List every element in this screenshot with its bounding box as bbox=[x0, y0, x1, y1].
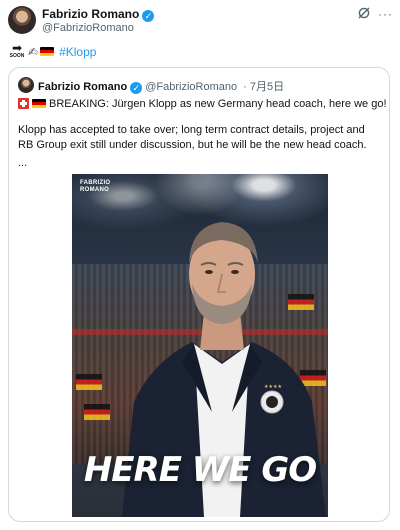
quoted-headline-text: BREAKING: Jürgen Klopp as new Germany he… bbox=[49, 97, 387, 110]
brand-label: FABRIZIO ROMANO bbox=[80, 180, 111, 193]
author-handle[interactable]: @FabrizioRomano bbox=[42, 22, 134, 34]
headline-text: HERE WE GO bbox=[83, 450, 317, 490]
author-name[interactable]: Fabrizio Romano bbox=[42, 7, 139, 21]
verified-badge-icon: ✓ bbox=[142, 10, 155, 22]
quoted-tweet[interactable]: Fabrizio Romano ✓ @FabrizioRomano · 7月5日 B… bbox=[8, 67, 390, 522]
author-name-row[interactable]: Fabrizio Romano ✓ bbox=[42, 7, 155, 22]
tweet: Fabrizio Romano ✓ @FabrizioRomano ··· ➡ SO… bbox=[0, 0, 400, 530]
verified-badge-icon: ✓ bbox=[130, 82, 143, 94]
quoted-header: Fabrizio Romano ✓ @FabrizioRomano · 7月5日 bbox=[38, 78, 284, 94]
quoted-date: · 7月5日 bbox=[243, 81, 285, 93]
more-icon[interactable]: ··· bbox=[378, 7, 393, 21]
switzerland-flag-icon bbox=[18, 98, 29, 109]
quoted-avatar bbox=[18, 77, 34, 93]
media-image[interactable]: FABRIZIO ROMANO ★★★★ HERE WE GO bbox=[72, 174, 328, 517]
quoted-author-name: Fabrizio Romano bbox=[38, 81, 128, 93]
grok-icon[interactable] bbox=[357, 6, 371, 20]
quoted-headline: BREAKING: Jürgen Klopp as new Germany he… bbox=[18, 97, 389, 110]
quoted-body: Klopp has accepted to take over; long te… bbox=[18, 124, 367, 151]
pen-icon: ✍ bbox=[28, 44, 39, 59]
quoted-author-handle: @FabrizioRomano bbox=[145, 81, 238, 93]
germany-flag-icon bbox=[32, 99, 46, 108]
svg-text:★★★★: ★★★★ bbox=[264, 384, 282, 390]
germany-flag-icon bbox=[40, 47, 55, 56]
fan-flag bbox=[76, 374, 102, 390]
soon-arrow-icon: ➡ SOON bbox=[9, 41, 25, 59]
hashtag-link[interactable]: #Klopp bbox=[59, 45, 96, 59]
tweet-text: ➡ SOON ✍ #Klopp bbox=[8, 41, 97, 59]
quoted-ellipsis: ... bbox=[18, 157, 28, 169]
avatar[interactable] bbox=[8, 6, 36, 34]
fan-flag bbox=[84, 404, 110, 420]
